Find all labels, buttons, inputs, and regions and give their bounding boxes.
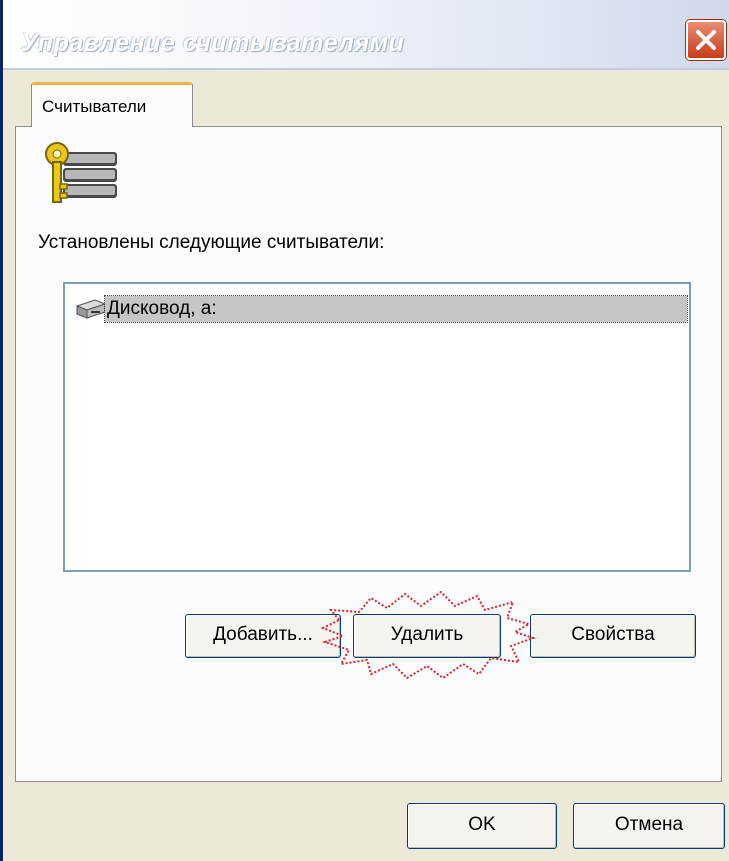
floppy-drive-icon	[73, 296, 107, 322]
properties-button[interactable]: Свойства	[530, 614, 696, 658]
cancel-button[interactable]: Отмена	[573, 803, 725, 849]
list-item[interactable]: Дисковод, а:	[69, 292, 688, 324]
key-database-icon	[43, 140, 123, 210]
title-bar[interactable]: Управление считывателями	[3, 0, 729, 70]
installed-readers-label: Установлены следующие считыватели:	[38, 232, 385, 253]
tab-readers[interactable]: Считыватели	[31, 82, 193, 127]
tab-label: Считыватели	[42, 97, 147, 116]
close-icon	[696, 30, 716, 50]
readers-list[interactable]: Дисковод, а:	[63, 282, 691, 572]
add-button[interactable]: Добавить...	[185, 614, 341, 658]
list-item-label: Дисковод, а:	[104, 295, 688, 323]
close-button[interactable]	[686, 20, 726, 60]
reader-management-dialog: Управление считывателями Считыватели Уст…	[0, 0, 729, 861]
ok-button[interactable]: OK	[407, 803, 557, 849]
delete-button[interactable]: Удалить	[353, 614, 501, 658]
window-title: Управление считывателями	[21, 29, 405, 57]
